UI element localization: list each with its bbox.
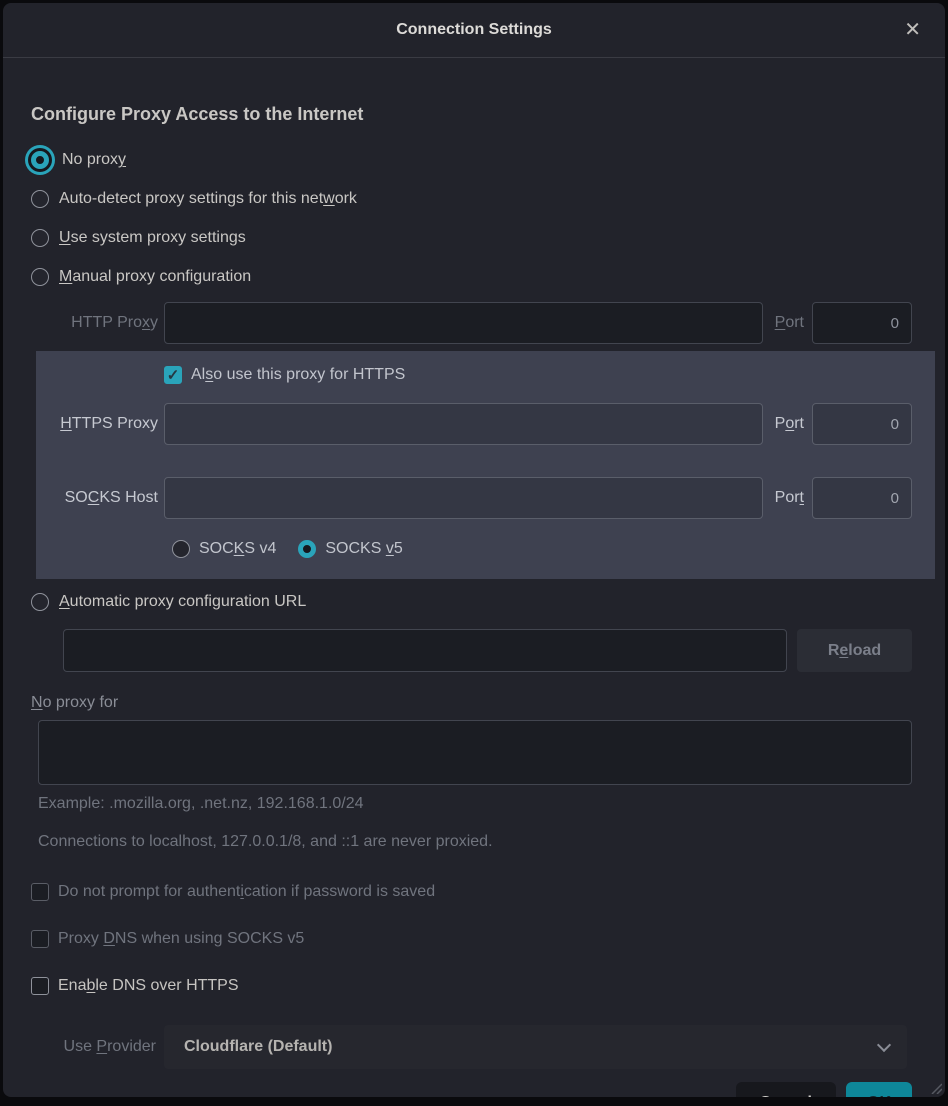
- chevron-down-icon: [877, 1037, 891, 1051]
- radio-no-proxy[interactable]: [31, 151, 49, 169]
- no-proxy-example-text: Example: .mozilla.org, .net.nz, 192.168.…: [38, 795, 912, 813]
- socks-version-row: SOCKS v4 SOCKS v5: [172, 535, 912, 563]
- resize-grip-icon[interactable]: [928, 1080, 942, 1094]
- proxy-dns-checkbox[interactable]: [31, 930, 49, 948]
- radio-label-auto-config: Automatic proxy configuration URL: [59, 593, 306, 611]
- cancel-button[interactable]: Cancel: [736, 1082, 836, 1097]
- no-prompt-auth-checkbox[interactable]: [31, 883, 49, 901]
- radio-socks-v4[interactable]: [172, 540, 190, 558]
- https-proxy-label: HTTPS Proxy: [36, 415, 164, 433]
- radio-use-system[interactable]: [31, 229, 49, 247]
- reload-button[interactable]: Reload: [797, 629, 912, 672]
- radio-label-auto-detect: Auto-detect proxy settings for this netw…: [59, 190, 357, 208]
- radio-manual[interactable]: [31, 268, 49, 286]
- radio-label-no-proxy: No proxy: [62, 151, 126, 169]
- radio-label-manual: Manual proxy configuration: [59, 268, 251, 286]
- http-proxy-input[interactable]: [164, 302, 763, 344]
- also-https-checkbox[interactable]: ✓: [164, 366, 182, 384]
- no-proxy-for-textarea[interactable]: [38, 720, 912, 785]
- provider-row: Use Provider Cloudflare (Default): [31, 1025, 912, 1069]
- dialog-title: Connection Settings: [396, 21, 552, 39]
- radio-auto-config[interactable]: [31, 593, 49, 611]
- https-port-input[interactable]: [812, 403, 912, 445]
- http-proxy-row: HTTP Proxy Port: [31, 302, 912, 344]
- radio-row-manual[interactable]: Manual proxy configuration: [31, 262, 912, 292]
- radio-row-no-proxy[interactable]: No proxy: [31, 145, 912, 175]
- checkbox-row-dns-over-https[interactable]: Enable DNS over HTTPS: [31, 971, 912, 1001]
- http-proxy-label: HTTP Proxy: [31, 314, 164, 332]
- socks-host-row: SOCKS Host Port: [36, 477, 912, 519]
- no-prompt-auth-label: Do not prompt for authentication if pass…: [58, 883, 435, 901]
- auto-config-url-row: Reload: [63, 629, 912, 672]
- http-port-label: Port: [775, 314, 804, 332]
- checkbox-row-proxy-dns[interactable]: Proxy DNS when using SOCKS v5: [31, 924, 912, 954]
- https-socks-highlight-section: ✓ Also use this proxy for HTTPS HTTPS Pr…: [36, 351, 935, 579]
- radio-label-use-system: Use system proxy settings: [59, 229, 246, 247]
- dialog-titlebar: Connection Settings ✕: [3, 3, 945, 58]
- radio-row-use-system[interactable]: Use system proxy settings: [31, 223, 912, 253]
- radio-row-socks-v5[interactable]: SOCKS v5: [298, 540, 402, 558]
- radio-auto-detect[interactable]: [31, 190, 49, 208]
- auto-config-url-input[interactable]: [63, 629, 787, 672]
- connection-settings-dialog: Connection Settings ✕ Configure Proxy Ac…: [3, 3, 945, 1097]
- dns-over-https-checkbox[interactable]: [31, 977, 49, 995]
- radio-row-socks-v4[interactable]: SOCKS v4: [172, 540, 276, 558]
- https-proxy-input[interactable]: [164, 403, 763, 445]
- dialog-footer: Cancel OK: [3, 1069, 945, 1097]
- use-provider-label: Use Provider: [31, 1038, 164, 1056]
- socks-port-input[interactable]: [812, 477, 912, 519]
- socks-host-input[interactable]: [164, 477, 763, 519]
- section-heading: Configure Proxy Access to the Internet: [31, 104, 912, 125]
- https-proxy-row: HTTPS Proxy Port: [36, 403, 912, 445]
- proxy-dns-label: Proxy DNS when using SOCKS v5: [58, 930, 304, 948]
- http-port-input[interactable]: [812, 302, 912, 344]
- radio-label-socks-v5: SOCKS v5: [325, 540, 402, 558]
- dialog-content: Configure Proxy Access to the Internet N…: [3, 58, 945, 1069]
- no-proxy-for-label: No proxy for: [31, 694, 912, 712]
- ok-button[interactable]: OK: [846, 1082, 912, 1097]
- provider-selected-option: Cloudflare (Default): [184, 1038, 332, 1056]
- socks-host-label: SOCKS Host: [36, 489, 164, 507]
- provider-dropdown[interactable]: Cloudflare (Default): [164, 1025, 907, 1069]
- radio-row-auto-config[interactable]: Automatic proxy configuration URL: [31, 587, 912, 617]
- https-port-label: Port: [775, 415, 804, 433]
- close-icon[interactable]: ✕: [898, 16, 927, 44]
- also-https-label: Also use this proxy for HTTPS: [191, 366, 405, 384]
- radio-socks-v5[interactable]: [298, 540, 316, 558]
- socks-port-label: Port: [775, 489, 804, 507]
- radio-label-socks-v4: SOCKS v4: [199, 540, 276, 558]
- no-proxy-note-text: Connections to localhost, 127.0.0.1/8, a…: [38, 833, 912, 851]
- dns-over-https-label: Enable DNS over HTTPS: [58, 977, 239, 995]
- radio-row-auto-detect[interactable]: Auto-detect proxy settings for this netw…: [31, 184, 912, 214]
- check-icon: ✓: [167, 368, 180, 383]
- checkbox-row-no-prompt-auth[interactable]: Do not prompt for authentication if pass…: [31, 877, 912, 907]
- also-https-checkbox-row[interactable]: ✓ Also use this proxy for HTTPS: [164, 360, 912, 390]
